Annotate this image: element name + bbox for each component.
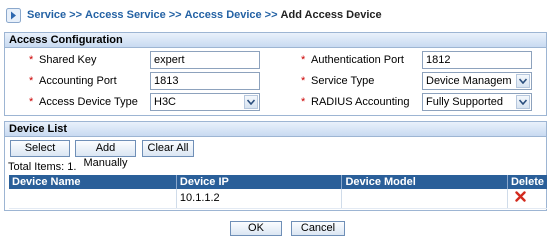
device-list-header: Device List [5, 122, 546, 137]
column-device-ip[interactable]: Device IP [176, 175, 343, 189]
total-items: Total Items: 1. [8, 161, 77, 173]
form-row-1: * Shared Key expert * Authentication Por… [5, 51, 546, 71]
access-configuration-header: Access Configuration [5, 33, 546, 48]
table-row: 10.1.1.2 [9, 189, 547, 209]
required-marker: * [301, 75, 306, 87]
shared-key-label: Shared Key [39, 54, 97, 66]
breadcrumb-link-access-service[interactable]: Access Service [85, 9, 166, 21]
required-marker: * [29, 96, 34, 108]
access-device-type-select[interactable]: H3C [150, 93, 260, 111]
breadcrumb-arrow-icon [6, 7, 21, 23]
breadcrumb-separator: >> [168, 9, 182, 21]
cell-device-name [9, 189, 177, 209]
service-type-select[interactable]: Device Management S [422, 72, 532, 90]
accounting-port-label: Accounting Port [39, 75, 117, 87]
accounting-port-input[interactable]: 1813 [150, 72, 260, 90]
required-marker: * [29, 54, 34, 66]
cell-delete [507, 189, 547, 209]
cancel-button[interactable]: Cancel [291, 221, 345, 236]
breadcrumb-separator: >> [69, 9, 83, 21]
delete-x-icon[interactable] [515, 191, 544, 205]
breadcrumb-link-access-device[interactable]: Access Device [185, 9, 262, 21]
device-list-panel: Device List Select Add Manually Clear Al… [4, 121, 547, 211]
table-header-row: Device Name Device IP Device Model Delet… [9, 175, 547, 189]
form-row-2: * Accounting Port 1813 * Service Type De… [5, 72, 546, 92]
select-button[interactable]: Select [10, 140, 70, 157]
ok-button[interactable]: OK [230, 221, 282, 236]
chevron-down-icon[interactable] [516, 95, 530, 109]
service-type-label: Service Type [311, 75, 375, 87]
column-delete: Delete [507, 175, 547, 189]
access-device-type-label: Access Device Type [39, 96, 138, 108]
radius-accounting-value: Fully Supported [426, 96, 504, 108]
required-marker: * [29, 75, 34, 87]
form-row-3: * Access Device Type H3C * RADIUS Accoun… [5, 93, 546, 113]
required-marker: * [301, 96, 306, 108]
device-list-toolbar: Select Add Manually Clear All [5, 140, 546, 169]
page-title: Add Access Device [280, 9, 382, 21]
access-device-type-value: H3C [154, 96, 177, 108]
authentication-port-label: Authentication Port [311, 54, 404, 66]
chevron-down-icon[interactable] [516, 74, 530, 88]
service-type-value: Device Management S [426, 75, 512, 87]
access-configuration-panel: Access Configuration * Shared Key expert… [4, 32, 547, 116]
authentication-port-input[interactable]: 1812 [422, 51, 532, 69]
required-marker: * [301, 54, 306, 66]
cell-device-model [341, 189, 508, 209]
breadcrumb: Service >> Access Service >> Access Devi… [0, 0, 547, 30]
radius-accounting-select[interactable]: Fully Supported [422, 93, 532, 111]
radius-accounting-label: RADIUS Accounting [311, 96, 410, 108]
add-manually-button[interactable]: Add Manually [75, 140, 136, 169]
device-table: Device Name Device IP Device Model Delet… [9, 175, 547, 209]
shared-key-input[interactable]: expert [150, 51, 260, 69]
chevron-down-icon[interactable] [244, 95, 258, 109]
breadcrumb-separator: >> [264, 9, 278, 21]
clear-all-button[interactable]: Clear All [142, 140, 194, 157]
column-device-name[interactable]: Device Name [9, 175, 177, 189]
column-device-model[interactable]: Device Model [341, 175, 508, 189]
cell-device-ip: 10.1.1.2 [176, 189, 343, 209]
breadcrumb-link-service[interactable]: Service [27, 9, 66, 21]
